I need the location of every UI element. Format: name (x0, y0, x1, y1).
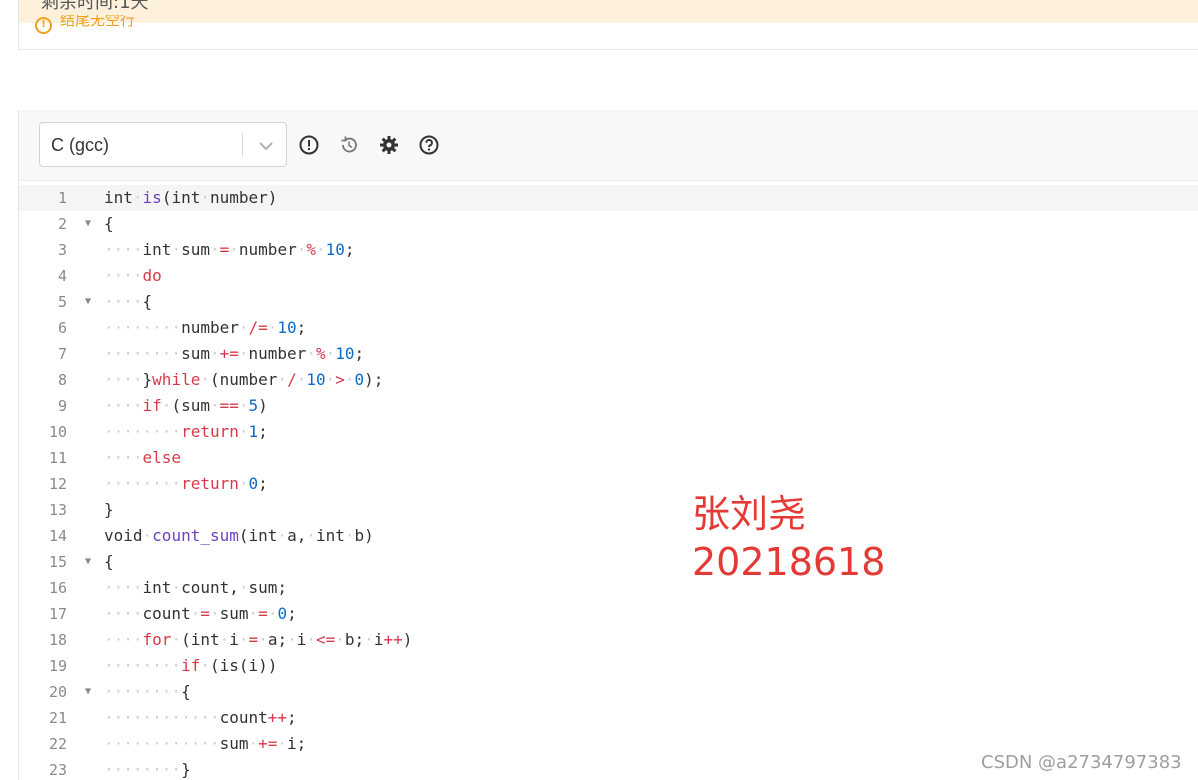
line-number: 9 (57, 397, 67, 415)
line-number: 5 (57, 293, 67, 311)
code-line[interactable]: 15 ▼ { (19, 549, 1198, 575)
code-editor: C (gcc) 1 int·is(int·number) 2 ▼ {3 ····int·s… (18, 110, 1198, 780)
line-number: 1 (57, 189, 67, 207)
code-text: ····{ (104, 292, 153, 311)
line-number: 8 (57, 371, 67, 389)
code-line[interactable]: 9 ····if·(sum·==·5) (19, 393, 1198, 419)
notice-banner: 剩余时间:1天 (19, 0, 1198, 23)
gear-icon[interactable] (378, 134, 400, 156)
line-number: 23 (48, 761, 67, 779)
line-number: 14 (48, 527, 67, 545)
code-line[interactable]: 13} (19, 497, 1198, 523)
history-icon[interactable] (338, 134, 360, 156)
code-text: ········} (104, 760, 191, 779)
code-line[interactable]: 12 ········return·0; (19, 471, 1198, 497)
code-text: ········sum·+=·number·%·10; (104, 344, 365, 363)
code-text: int·is(int·number) (104, 188, 278, 207)
code-line[interactable]: 5 ▼ ····{ (19, 289, 1198, 315)
code-line[interactable]: 2 ▼ { (19, 211, 1198, 237)
line-number: 20 (48, 683, 67, 701)
line-number: 16 (48, 579, 67, 597)
line-number: 17 (48, 605, 67, 623)
line-number: 12 (48, 475, 67, 493)
line-number: 18 (48, 631, 67, 649)
code-line[interactable]: 14 void·count_sum(int·a,·int·b) (19, 523, 1198, 549)
code-line[interactable]: 20 ▼ ········{ (19, 679, 1198, 705)
code-text: ····for·(int·i·=·a;·i·<=·b;·i++) (104, 630, 413, 649)
code-text: ········return·0; (104, 474, 268, 493)
warning-icon: ! (35, 16, 52, 34)
code-text: void·count_sum(int·a,·int·b) (104, 526, 374, 545)
code-text: ············sum·+=·i; (104, 734, 307, 753)
code-line[interactable]: 7 ········sum·+=·number·%·10; (19, 341, 1198, 367)
line-number: 10 (48, 423, 67, 441)
notice-panel: 剩余时间:1天 ! 结尾无空行 (18, 0, 1198, 50)
code-line[interactable]: 21 ············count++; (19, 705, 1198, 731)
code-text: ········number·/=·10; (104, 318, 307, 337)
code-line[interactable]: 10 ········return·1; (19, 419, 1198, 445)
author-name: 张刘尧 (692, 492, 807, 536)
code-text: ····if·(sum·==·5) (104, 396, 268, 415)
select-divider (242, 133, 243, 157)
fold-arrow-icon[interactable]: ▼ (85, 549, 91, 575)
line-number: 19 (48, 657, 67, 675)
code-line[interactable]: 17 ····count·=·sum·=·0; (19, 601, 1198, 627)
code-text: ····count·=·sum·=·0; (104, 604, 297, 623)
code-line[interactable]: 19 ········if·(is(i)) (19, 653, 1198, 679)
code-line[interactable]: 8 ····}while·(number·/·10·>·0); (19, 367, 1198, 393)
question-circle-icon[interactable] (418, 134, 440, 156)
code-line[interactable]: 3 ····int·sum·=·number·%·10; (19, 237, 1198, 263)
signature-overlay: 张刘尧 20218618 (692, 490, 885, 586)
code-text: ····int·sum·=·number·%·10; (104, 240, 355, 259)
notice-hint-text: 结尾无空行 (60, 15, 136, 29)
line-number: 13 (48, 501, 67, 519)
code-line[interactable]: 11 ····else (19, 445, 1198, 471)
code-text: ····}while·(number·/·10·>·0); (104, 370, 384, 389)
line-number: 11 (48, 449, 67, 467)
csdn-watermark: CSDN @a2734797383 (981, 752, 1182, 773)
editor-toolbar: C (gcc) (19, 110, 1198, 181)
code-line[interactable]: 16 ····int·count,·sum; (19, 575, 1198, 601)
code-text: ········if·(is(i)) (104, 656, 278, 675)
line-number: 6 (57, 319, 67, 337)
fold-arrow-icon[interactable]: ▼ (85, 679, 91, 705)
code-line[interactable]: 1 int·is(int·number) (19, 185, 1198, 211)
language-value: C (gcc) (51, 135, 109, 155)
code-line[interactable]: 18 ····for·(int·i·=·a;·i·<=·b;·i++) (19, 627, 1198, 653)
code-text: } (104, 500, 114, 519)
code-text: { (104, 552, 114, 571)
line-number: 2 (57, 215, 67, 233)
code-text: ········{ (104, 682, 191, 701)
remaining-time-text: 剩余时间:1天 (41, 0, 149, 13)
line-number: 4 (57, 267, 67, 285)
code-text: ········return·1; (104, 422, 268, 441)
line-number: 7 (57, 345, 67, 363)
line-number: 21 (48, 709, 67, 727)
fold-arrow-icon[interactable]: ▼ (85, 211, 91, 237)
code-line[interactable]: 4 ····do (19, 263, 1198, 289)
chevron-down-icon[interactable] (256, 136, 276, 156)
code-text: { (104, 214, 114, 233)
fold-arrow-icon[interactable]: ▼ (85, 289, 91, 315)
language-select[interactable]: C (gcc) (39, 122, 287, 167)
code-area[interactable]: 1 int·is(int·number) 2 ▼ {3 ····int·sum·=·num… (19, 180, 1198, 780)
code-text: ············count++; (104, 708, 297, 727)
notice-hint: ! 结尾无空行 (35, 15, 135, 35)
line-number: 3 (57, 241, 67, 259)
line-number: 22 (48, 735, 67, 753)
code-line[interactable]: 6 ········number·/=·10; (19, 315, 1198, 341)
code-text: ····do (104, 266, 162, 285)
code-text: ····else (104, 448, 182, 467)
code-text: ····int·count,·sum; (104, 578, 288, 597)
exclamation-circle-icon[interactable] (298, 134, 320, 156)
author-id: 20218618 (692, 540, 886, 584)
line-number: 15 (48, 553, 67, 571)
